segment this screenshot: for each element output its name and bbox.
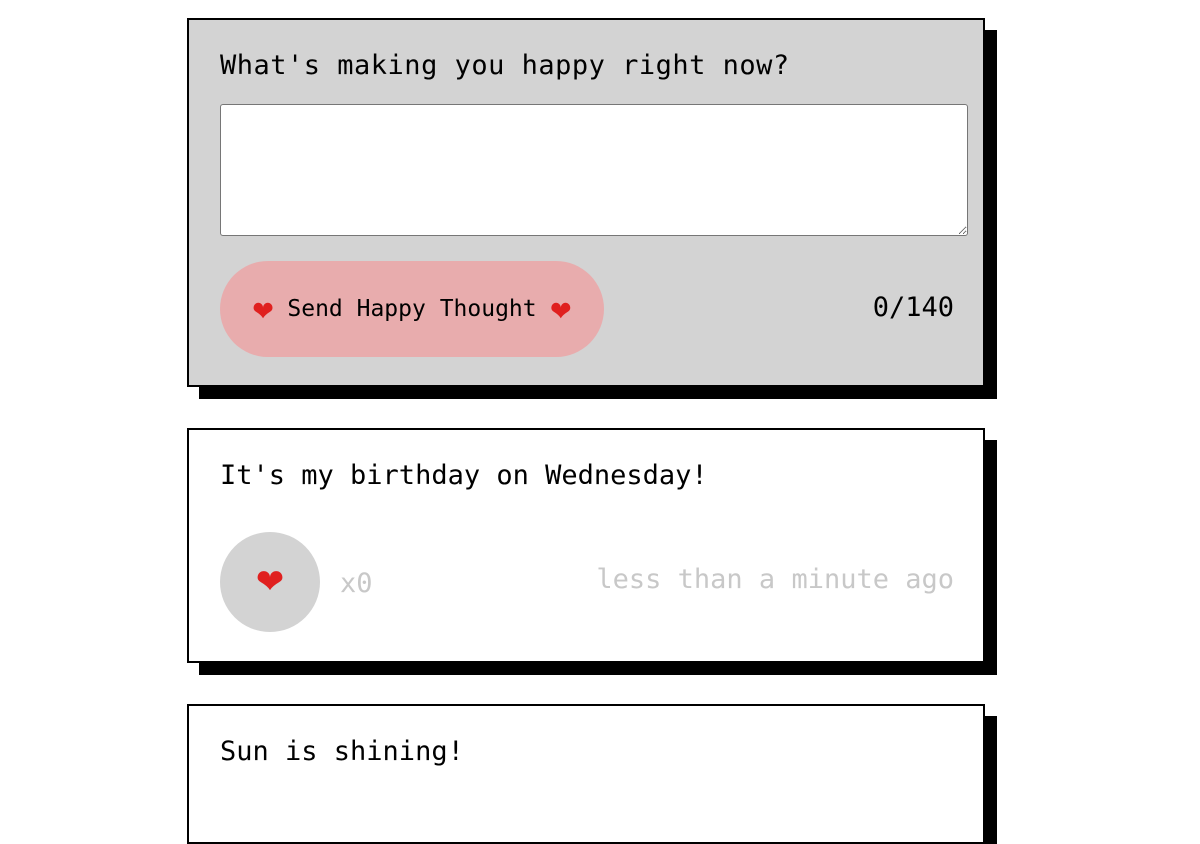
thought-card: It's my birthday on Wednesday! ❤ x0 less… <box>187 428 985 663</box>
thought-message: It's my birthday on Wednesday! <box>220 460 708 491</box>
like-count: x0 <box>340 568 373 599</box>
thought-message: Sun is shining! <box>220 736 464 767</box>
thought-card: Sun is shining! <box>187 704 985 844</box>
heart-icon: ❤ <box>550 289 572 329</box>
like-button[interactable]: ❤ <box>220 532 320 632</box>
send-button-label: Send Happy Thought <box>287 296 537 322</box>
character-counter: 0/140 <box>872 292 954 323</box>
thought-input[interactable] <box>220 104 968 236</box>
heart-icon: ❤ <box>255 563 285 601</box>
form-question: What's making you happy right now? <box>220 50 790 81</box>
happy-thought-form: What's making you happy right now? ❤ Sen… <box>187 18 985 387</box>
send-happy-thought-button[interactable]: ❤ Send Happy Thought ❤ <box>220 261 604 357</box>
thought-timestamp: less than a minute ago <box>596 564 954 595</box>
heart-icon: ❤ <box>252 289 274 329</box>
